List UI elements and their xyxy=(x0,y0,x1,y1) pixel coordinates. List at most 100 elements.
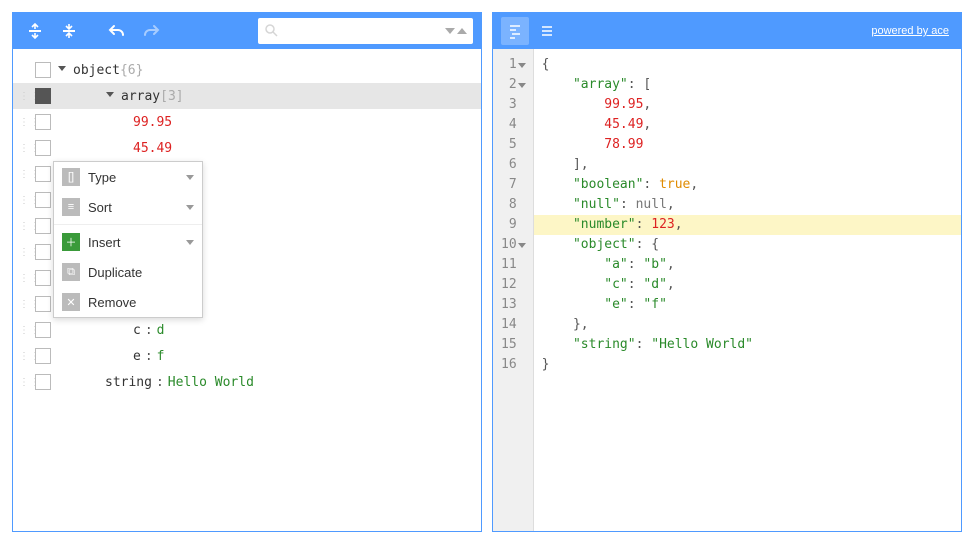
menu-remove[interactable]: ✕ Remove xyxy=(54,287,202,317)
menu-sort-label: Sort xyxy=(88,200,178,215)
format-button[interactable] xyxy=(501,17,529,45)
drag-handle-icon[interactable]: ⋮⋮ xyxy=(19,195,35,206)
tree-row[interactable]: ⋮⋮string:Hello World xyxy=(13,369,481,395)
node-key: e xyxy=(133,349,141,364)
drag-handle-icon[interactable]: ⋮⋮ xyxy=(19,117,35,128)
compact-button[interactable] xyxy=(533,17,561,45)
expand-all-button[interactable] xyxy=(21,17,49,45)
menu-insert[interactable]: ＋ Insert xyxy=(54,227,202,257)
node-action-button[interactable] xyxy=(35,62,51,78)
menu-duplicate[interactable]: ⧉ Duplicate xyxy=(54,257,202,287)
collapse-all-button[interactable] xyxy=(55,17,83,45)
gutter-line: 1 xyxy=(501,55,529,75)
code-line[interactable]: { xyxy=(542,55,953,75)
type-icon: [] xyxy=(62,168,80,186)
context-menu: [] Type ≡ Sort ＋ Insert ⧉ Duplicat xyxy=(53,161,203,318)
tree-row[interactable]: ⋮⋮ 99.95 xyxy=(13,109,481,135)
node-action-button[interactable] xyxy=(35,296,51,312)
node-action-button[interactable] xyxy=(35,218,51,234)
code-line[interactable]: ], xyxy=(542,155,953,175)
redo-button[interactable] xyxy=(137,17,165,45)
tree-row[interactable]: ⋮⋮ 45.49 xyxy=(13,135,481,161)
menu-sort[interactable]: ≡ Sort xyxy=(54,192,202,222)
node-value[interactable]: Hello World xyxy=(168,375,254,390)
fold-icon[interactable] xyxy=(518,243,526,248)
code-line[interactable]: "c": "d", xyxy=(542,275,953,295)
code-editor[interactable]: { "array": [ 99.95, 45.49, 78.99 ], "boo… xyxy=(534,49,961,531)
drag-handle-icon[interactable]: ⋮⋮ xyxy=(19,351,35,362)
code-line[interactable]: 78.99 xyxy=(542,135,953,155)
node-value[interactable]: 99.95 xyxy=(133,115,172,130)
gutter-line: 5 xyxy=(501,135,529,155)
code-line[interactable]: "a": "b", xyxy=(542,255,953,275)
node-action-button[interactable] xyxy=(35,270,51,286)
menu-duplicate-label: Duplicate xyxy=(88,265,194,280)
code-line[interactable]: "string": "Hello World" xyxy=(542,335,953,355)
powered-by-link[interactable]: powered by ace xyxy=(871,25,949,37)
drag-handle-icon[interactable]: ⋮⋮ xyxy=(19,377,35,388)
expand-arrow-icon[interactable] xyxy=(57,64,69,76)
search-nav-icons[interactable] xyxy=(445,28,467,34)
code-line[interactable]: 99.95, xyxy=(542,95,953,115)
drag-handle-icon[interactable]: ⋮⋮ xyxy=(19,247,35,258)
gutter-line: 10 xyxy=(501,235,529,255)
code-line[interactable]: "array": [ xyxy=(542,75,953,95)
menu-insert-label: Insert xyxy=(88,235,178,250)
fold-icon[interactable] xyxy=(518,63,526,68)
gutter: 12345678910111213141516 xyxy=(493,49,534,531)
tree-row[interactable]: object {6} xyxy=(13,57,481,83)
fold-icon[interactable] xyxy=(518,83,526,88)
code-line[interactable]: "object": { xyxy=(542,235,953,255)
code-line[interactable]: "null": null, xyxy=(542,195,953,215)
code-toolbar: powered by ace xyxy=(493,13,961,49)
node-key: array xyxy=(121,89,160,104)
drag-handle-icon[interactable]: ⋮⋮ xyxy=(19,221,35,232)
node-action-button[interactable] xyxy=(35,166,51,182)
gutter-line: 13 xyxy=(501,295,529,315)
menu-remove-label: Remove xyxy=(88,295,194,310)
search-input[interactable] xyxy=(282,23,441,39)
node-action-button[interactable] xyxy=(35,192,51,208)
submenu-arrow-icon xyxy=(186,205,194,210)
tree-toolbar xyxy=(13,13,481,49)
tree-row[interactable]: ⋮⋮array [3] xyxy=(13,83,481,109)
search-box[interactable] xyxy=(258,18,473,44)
node-action-button[interactable] xyxy=(35,374,51,390)
search-icon xyxy=(264,23,278,40)
drag-handle-icon[interactable]: ⋮⋮ xyxy=(19,299,35,310)
drag-handle-icon[interactable]: ⋮⋮ xyxy=(19,91,35,102)
insert-icon: ＋ xyxy=(62,233,80,251)
code-line[interactable]: "boolean": true, xyxy=(542,175,953,195)
drag-handle-icon[interactable]: ⋮⋮ xyxy=(19,325,35,336)
undo-button[interactable] xyxy=(103,17,131,45)
node-action-button[interactable] xyxy=(35,244,51,260)
node-value[interactable]: f xyxy=(157,349,165,364)
node-value[interactable]: 45.49 xyxy=(133,141,172,156)
remove-icon: ✕ xyxy=(62,293,80,311)
tree-row[interactable]: ⋮⋮c:d xyxy=(13,317,481,343)
duplicate-icon: ⧉ xyxy=(62,263,80,281)
gutter-line: 2 xyxy=(501,75,529,95)
node-action-button[interactable] xyxy=(35,140,51,156)
expand-arrow-icon[interactable] xyxy=(105,90,117,102)
drag-handle-icon[interactable]: ⋮⋮ xyxy=(19,273,35,284)
code-line[interactable]: }, xyxy=(542,315,953,335)
node-action-button[interactable] xyxy=(35,348,51,364)
gutter-line: 15 xyxy=(501,335,529,355)
drag-handle-icon[interactable]: ⋮⋮ xyxy=(19,169,35,180)
code-line[interactable]: } xyxy=(542,355,953,375)
code-line[interactable]: 45.49, xyxy=(542,115,953,135)
node-action-button[interactable] xyxy=(35,88,51,104)
sort-icon: ≡ xyxy=(62,198,80,216)
tree-body: object {6}⋮⋮array [3]⋮⋮99.95⋮⋮45.49⋮⋮78.… xyxy=(13,49,481,531)
node-action-button[interactable] xyxy=(35,114,51,130)
gutter-line: 16 xyxy=(501,355,529,375)
code-line[interactable]: "number": 123, xyxy=(534,215,961,235)
tree-row[interactable]: ⋮⋮e:f xyxy=(13,343,481,369)
code-line[interactable]: "e": "f" xyxy=(542,295,953,315)
drag-handle-icon[interactable]: ⋮⋮ xyxy=(19,143,35,154)
node-value[interactable]: d xyxy=(157,323,165,338)
node-action-button[interactable] xyxy=(35,322,51,338)
menu-type[interactable]: [] Type xyxy=(54,162,202,192)
code-panel: powered by ace 12345678910111213141516 {… xyxy=(492,12,962,532)
